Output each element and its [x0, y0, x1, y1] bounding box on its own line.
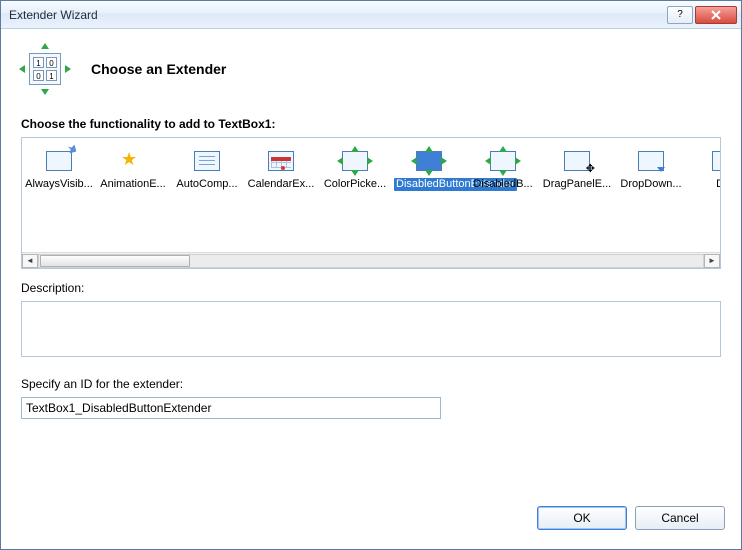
extender-item-disabled-button2[interactable]: DisabledB... [466, 142, 540, 195]
ok-button[interactable]: OK [537, 506, 627, 530]
colorpicker-icon [339, 148, 371, 174]
extender-item-drag-panel[interactable]: ✥ DragPanelE... [540, 142, 614, 195]
dropdown-icon [635, 148, 667, 174]
dropdown2-icon [709, 148, 720, 174]
calendar-icon [265, 148, 297, 174]
scroll-right-button[interactable]: ► [704, 254, 720, 268]
always-visible-icon [43, 148, 75, 174]
disabled-button-icon [413, 148, 445, 174]
extender-item-label: Dro [716, 178, 720, 190]
id-field-label: Specify an ID for the extender: [21, 377, 721, 391]
extender-item-animation[interactable]: ★ AnimationE... [96, 142, 170, 195]
extender-item-dropdown2[interactable]: Dro [688, 142, 720, 195]
dialog-footer: OK Cancel [1, 497, 741, 549]
extender-item-label: DropDown... [620, 178, 681, 190]
scroll-thumb[interactable] [40, 255, 190, 267]
close-button[interactable] [695, 6, 737, 24]
scroll-left-button[interactable]: ◄ [22, 254, 38, 268]
help-button[interactable]: ? [667, 6, 693, 24]
description-box [21, 301, 721, 357]
extender-item-label: DisabledB... [473, 178, 532, 190]
animation-icon: ★ [117, 148, 149, 174]
window-title: Extender Wizard [9, 8, 665, 22]
extender-list[interactable]: AlwaysVisib... ★ AnimationE... AutoComp... C… [21, 137, 721, 269]
wizard-header: 1 0 0 1 Choose an Extender [1, 29, 741, 113]
extender-item-autocomplete[interactable]: AutoComp... [170, 142, 244, 195]
drag-panel-icon: ✥ [561, 148, 593, 174]
extender-item-colorpicker[interactable]: ColorPicke... [318, 142, 392, 195]
description-label: Description: [21, 281, 721, 295]
titlebar[interactable]: Extender Wizard ? [1, 1, 741, 29]
disabled-button2-icon [487, 148, 519, 174]
extender-item-label: ColorPicke... [324, 178, 386, 190]
wizard-icon: 1 0 0 1 [21, 45, 69, 93]
extender-item-always-visible[interactable]: AlwaysVisib... [22, 142, 96, 195]
extender-list-label: Choose the functionality to add to TextB… [21, 117, 721, 131]
extender-id-input[interactable] [21, 397, 441, 419]
scroll-track[interactable] [38, 254, 704, 268]
extender-item-label: AnimationE... [100, 178, 165, 190]
extender-item-dropdown[interactable]: DropDown... [614, 142, 688, 195]
autocomplete-icon [191, 148, 223, 174]
page-title: Choose an Extender [91, 61, 226, 77]
extender-item-disabled-button[interactable]: DisabledButtonExtender [392, 142, 466, 195]
cancel-button[interactable]: Cancel [635, 506, 725, 530]
extender-item-label: AutoComp... [176, 178, 237, 190]
extender-item-label: DragPanelE... [543, 178, 611, 190]
horizontal-scrollbar[interactable]: ◄ ► [22, 252, 720, 268]
extender-wizard-dialog: Extender Wizard ? 1 0 0 1 Choose an Exte… [0, 0, 742, 550]
extender-item-label: AlwaysVisib... [25, 178, 93, 190]
extender-item-label: CalendarEx... [248, 178, 315, 190]
extender-item-calendar[interactable]: CalendarEx... [244, 142, 318, 195]
